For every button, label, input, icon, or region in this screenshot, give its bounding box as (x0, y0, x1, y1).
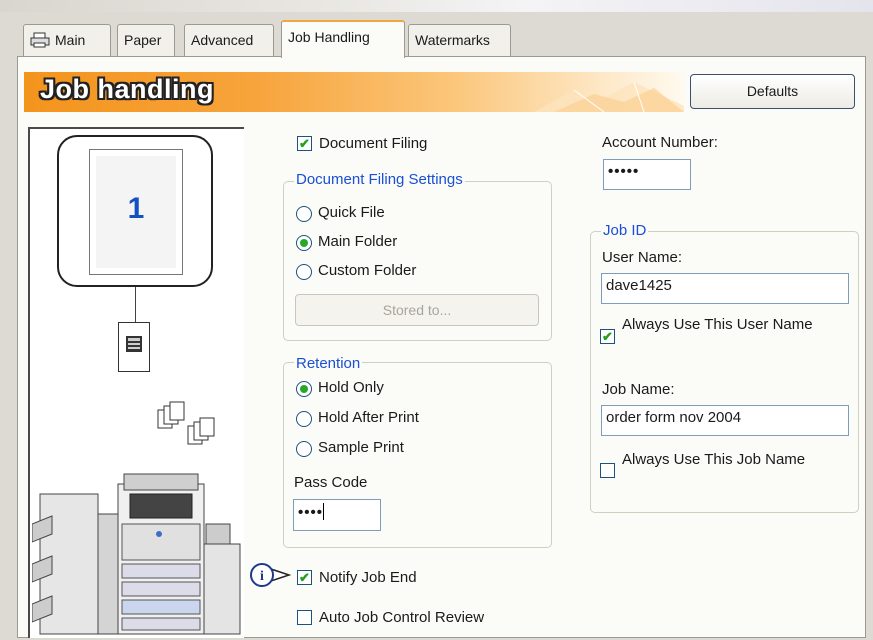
document-filing-checkbox[interactable]: ✔ (297, 136, 312, 151)
main-folder-label: Main Folder (318, 233, 398, 250)
printer-icon (30, 32, 50, 51)
banner-graphic (534, 81, 684, 112)
always-use-user-name-label: Always Use This User Name (622, 316, 813, 333)
tab-main[interactable]: Main (23, 24, 111, 56)
account-number-input[interactable]: ••••• (603, 159, 691, 190)
document-filing-settings-title: Document Filing Settings (294, 171, 465, 188)
sample-print-label: Sample Print (318, 439, 404, 456)
tab-paper[interactable]: Paper (117, 24, 175, 56)
tab-main-label: Main (55, 32, 86, 48)
custom-folder-label: Custom Folder (318, 262, 417, 279)
hold-only-radio[interactable] (296, 381, 312, 397)
always-use-user-name-checkbox[interactable]: ✔ (600, 329, 615, 344)
connector-line (135, 287, 136, 323)
tab-watermarks-label: Watermarks (415, 32, 490, 48)
preview-pane: 1 (28, 127, 244, 638)
job-id-title: Job ID (601, 222, 649, 239)
copies-icon (157, 401, 215, 445)
window-top-strip (0, 0, 873, 12)
notify-job-end-checkbox[interactable]: ✔ (297, 570, 312, 585)
user-name-label: User Name: (602, 249, 683, 266)
account-number-label: Account Number: (602, 134, 718, 151)
tab-advanced[interactable]: Advanced (184, 24, 274, 56)
always-use-job-name-checkbox[interactable] (600, 463, 615, 478)
user-name-input[interactable]: dave1425 (601, 273, 849, 304)
page-number: 1 (127, 192, 145, 225)
svg-text:i: i (260, 569, 264, 584)
hold-after-print-label: Hold After Print (318, 409, 419, 426)
document-filing-label: Document Filing (319, 135, 428, 152)
notify-job-end-label: Notify Job End (319, 569, 417, 586)
job-name-label: Job Name: (602, 381, 675, 398)
quick-file-label: Quick File (318, 204, 385, 221)
tab-advanced-label: Advanced (191, 32, 254, 48)
copier-machine-icon (32, 473, 241, 635)
tab-job-handling[interactable]: Job Handling (281, 20, 405, 58)
tab-paper-label: Paper (124, 32, 162, 48)
hold-only-label: Hold Only (318, 379, 384, 396)
page-sheet: 1 (89, 149, 183, 275)
page-preview-frame: 1 (57, 135, 213, 287)
auto-job-control-review-checkbox[interactable] (297, 610, 312, 625)
stored-document-icon (118, 322, 150, 372)
pass-code-input[interactable]: •••• (293, 499, 381, 531)
auto-job-control-review-label: Auto Job Control Review (319, 609, 485, 626)
pass-code-value: •••• (298, 504, 324, 521)
retention-title: Retention (294, 355, 363, 372)
defaults-button[interactable]: Defaults (690, 74, 855, 109)
tab-job-handling-label: Job Handling (288, 29, 370, 45)
always-use-job-name-label: Always Use This Job Name (622, 451, 806, 468)
main-folder-radio[interactable] (296, 235, 312, 251)
job-name-input[interactable]: order form nov 2004 (601, 405, 849, 436)
tab-watermarks[interactable]: Watermarks (408, 24, 511, 56)
page-title: Job handling (40, 74, 214, 104)
info-callout-icon: i (249, 562, 293, 588)
sample-print-radio[interactable] (296, 441, 312, 457)
pass-code-label: Pass Code (294, 474, 368, 491)
text-cursor (323, 503, 325, 520)
quick-file-radio[interactable] (296, 206, 312, 222)
custom-folder-radio[interactable] (296, 264, 312, 280)
stored-to-button[interactable]: Stored to... (295, 294, 539, 326)
hold-after-print-radio[interactable] (296, 411, 312, 427)
